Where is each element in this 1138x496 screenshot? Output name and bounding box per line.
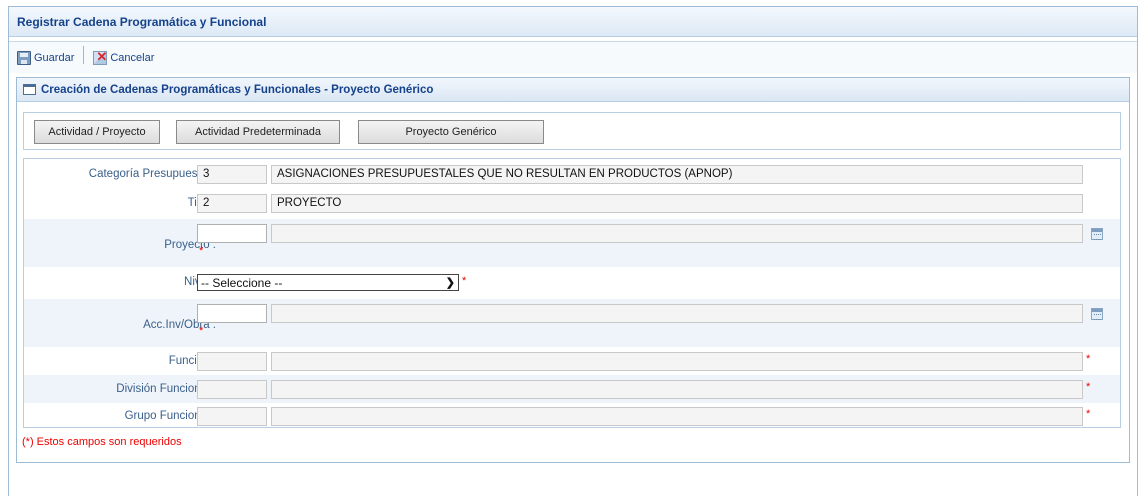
panel-title: Creación de Cadenas Programáticas y Func… bbox=[41, 83, 434, 96]
panel-header: Creación de Cadenas Programáticas y Func… bbox=[17, 78, 1129, 102]
proyecto-required-mark: * bbox=[199, 245, 204, 257]
tab-actividad-proyecto[interactable]: Actividad / Proyecto bbox=[34, 120, 160, 144]
row-grupo: Grupo Funcional : * bbox=[24, 403, 1120, 429]
acc-inv-description-field[interactable] bbox=[271, 304, 1083, 323]
row-funcion: Función : * bbox=[24, 347, 1120, 375]
nivel-select[interactable]: -- Seleccione -- ❯ bbox=[197, 274, 459, 291]
tipo-code-field[interactable]: 2 bbox=[197, 194, 267, 213]
row-proyecto: Proyecto : * bbox=[24, 219, 1120, 267]
row-categoria: Categoría Presupuestal : 3 ASIGNACIONES … bbox=[24, 159, 1120, 189]
creation-panel: Creación de Cadenas Programáticas y Func… bbox=[16, 77, 1130, 463]
acc-inv-required-mark: * bbox=[199, 325, 204, 337]
funcion-required-mark: * bbox=[1086, 353, 1091, 365]
division-code-field[interactable] bbox=[197, 380, 267, 399]
division-required-mark: * bbox=[1086, 381, 1091, 393]
toolbar-divider bbox=[83, 45, 85, 64]
row-division: División Funcional : * bbox=[24, 375, 1120, 403]
nivel-required-mark: * bbox=[462, 275, 467, 287]
row-acc-inv: Acc.Inv/Obra : * bbox=[24, 299, 1120, 347]
save-icon bbox=[17, 50, 31, 65]
tab-proyecto-generico[interactable]: Proyecto Genérico bbox=[358, 120, 544, 144]
save-label: Guardar bbox=[34, 51, 75, 64]
type-tabs: Actividad / Proyecto Actividad Predeterm… bbox=[23, 112, 1121, 150]
grupo-required-mark: * bbox=[1086, 408, 1091, 420]
cancel-label: Cancelar bbox=[110, 51, 155, 64]
row-tipo: Tipo : 2 PROYECTO bbox=[24, 189, 1120, 219]
chevron-down-icon: ❯ bbox=[445, 277, 455, 289]
funcion-description-field[interactable] bbox=[271, 352, 1083, 371]
calendar-icon[interactable] bbox=[1091, 228, 1103, 240]
categoria-description-field[interactable]: ASIGNACIONES PRESUPUESTALES QUE NO RESUL… bbox=[271, 165, 1083, 184]
proyecto-description-field[interactable] bbox=[271, 224, 1083, 243]
nivel-selected-value: -- Seleccione -- bbox=[201, 275, 283, 290]
cadena-form: Categoría Presupuestal : 3 ASIGNACIONES … bbox=[23, 158, 1121, 428]
funcion-code-field[interactable] bbox=[197, 352, 267, 371]
grupo-code-field[interactable] bbox=[197, 407, 267, 426]
categoria-code-field[interactable]: 3 bbox=[197, 165, 267, 184]
proyecto-code-field[interactable] bbox=[197, 224, 267, 243]
calendar-icon[interactable] bbox=[1091, 308, 1103, 320]
required-fields-note: (*) Estos campos son requeridos bbox=[22, 436, 182, 448]
toolbar: Guardar Cancelar bbox=[9, 41, 1137, 73]
grupo-description-field[interactable] bbox=[271, 407, 1083, 426]
tab-actividad-predeterminada[interactable]: Actividad Predeterminada bbox=[176, 120, 340, 144]
window-title: Registrar Cadena Programática y Funciona… bbox=[9, 7, 1137, 37]
window-icon bbox=[23, 84, 36, 95]
cancel-icon bbox=[93, 49, 108, 65]
acc-inv-code-field[interactable] bbox=[197, 304, 267, 323]
cancel-button[interactable]: Cancelar bbox=[89, 49, 158, 65]
main-window: Registrar Cadena Programática y Funciona… bbox=[8, 6, 1138, 496]
tipo-description-field[interactable]: PROYECTO bbox=[271, 194, 1083, 213]
save-button[interactable]: Guardar bbox=[13, 50, 78, 65]
division-description-field[interactable] bbox=[271, 380, 1083, 399]
row-nivel: Nivel : -- Seleccione -- ❯ * bbox=[24, 267, 1120, 299]
